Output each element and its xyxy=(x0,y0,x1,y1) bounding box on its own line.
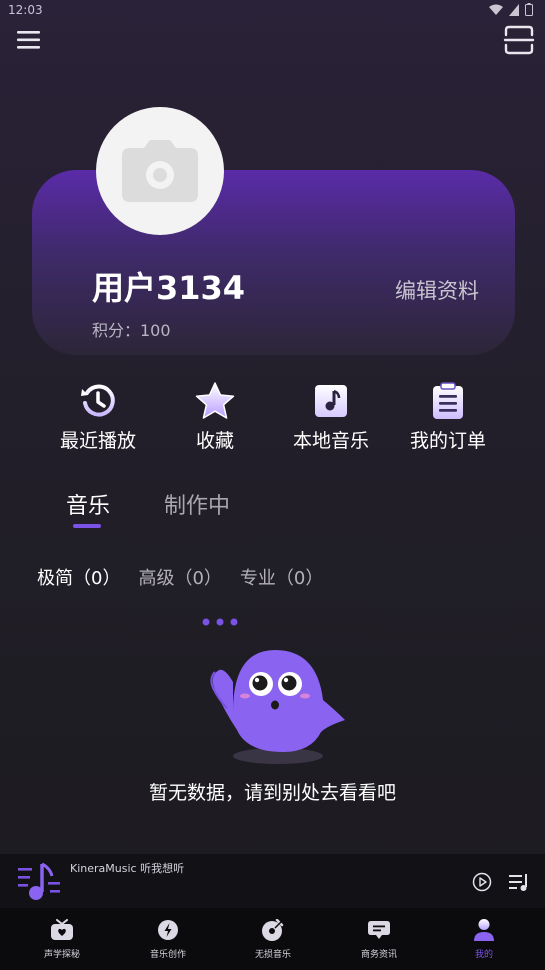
quick-actions: 最近播放 收藏 本地音乐 我的订单 xyxy=(40,380,505,460)
nav-acoustic-explore[interactable]: 声学探秘 xyxy=(17,916,107,960)
tab-music[interactable]: 音乐 xyxy=(66,488,110,520)
quick-action-label: 收藏 xyxy=(195,430,234,452)
nav-lossless-music[interactable]: 无损音乐 xyxy=(228,916,318,960)
scan-button[interactable] xyxy=(503,24,535,56)
tv-icon xyxy=(51,919,73,940)
nav-business-news[interactable]: 商务资讯 xyxy=(334,916,424,960)
tab-in-production[interactable]: 制作中 xyxy=(164,488,230,520)
clipboard-icon xyxy=(433,382,463,419)
edit-profile-link[interactable]: 编辑资料 xyxy=(395,275,479,305)
mini-player[interactable]: KineraMusic 听我想听 xyxy=(0,854,545,908)
nav-mine[interactable]: 我的 xyxy=(439,916,529,960)
quick-action-favorites[interactable]: 收藏 xyxy=(157,380,273,453)
quick-action-my-orders[interactable]: 我的订单 xyxy=(390,380,506,453)
quick-action-label: 最近播放 xyxy=(59,430,136,452)
star-icon xyxy=(195,382,235,419)
vinyl-icon xyxy=(262,919,284,941)
quick-action-local-music[interactable]: 本地音乐 xyxy=(273,380,389,453)
play-icon[interactable] xyxy=(472,872,492,892)
nav-label: 音乐创作 xyxy=(149,950,186,960)
camera-icon xyxy=(122,140,198,202)
nav-label: 无损音乐 xyxy=(254,950,291,960)
nav-label: 声学探秘 xyxy=(43,950,80,960)
quick-action-recent-play[interactable]: 最近播放 xyxy=(40,380,156,453)
tab-indicator xyxy=(73,524,101,528)
lightning-icon xyxy=(158,920,178,940)
avatar[interactable] xyxy=(96,107,224,235)
username: 用户3134 xyxy=(92,269,246,307)
filter-professional[interactable]: 专业（0） xyxy=(240,564,323,590)
music-playlist-icon[interactable] xyxy=(18,862,62,902)
history-icon xyxy=(81,384,115,417)
filter-advanced[interactable]: 高级（0） xyxy=(138,564,221,590)
playlist-icon[interactable] xyxy=(508,872,530,892)
status-bar: 12:03 xyxy=(0,0,545,22)
user-icon xyxy=(474,919,494,941)
scan-icon xyxy=(503,25,535,55)
battery-icon xyxy=(525,3,533,16)
bottom-navigation: 声学探秘 音乐创作 无损音乐 商务资讯 我的 xyxy=(0,908,545,970)
music-note-icon xyxy=(315,385,347,417)
content-tabs: 音乐 制作中 xyxy=(0,488,545,533)
status-icons xyxy=(489,3,533,16)
menu-button[interactable] xyxy=(16,28,42,52)
quick-action-label: 我的订单 xyxy=(409,430,486,452)
filter-minimal[interactable]: 极简（0） xyxy=(37,564,120,590)
now-playing-title: KineraMusic 听我想听 xyxy=(70,862,185,875)
level-filters: 极简（0） 高级（0） 专业（0） xyxy=(37,564,323,590)
signal-icon xyxy=(509,3,519,16)
hamburger-menu-icon xyxy=(17,31,40,49)
nav-music-creation[interactable]: 音乐创作 xyxy=(123,916,213,960)
empty-state-message: 暂无数据，请到别处去看看吧 xyxy=(148,782,396,804)
wifi-icon xyxy=(489,4,503,15)
nav-label: 我的 xyxy=(474,950,493,960)
nav-label: 商务资讯 xyxy=(360,950,397,960)
chat-icon xyxy=(368,921,390,939)
quick-action-label: 本地音乐 xyxy=(292,430,369,452)
points-label: 积分：100 xyxy=(92,321,171,340)
ghost-mascot-illustration xyxy=(202,618,345,764)
status-time: 12:03 xyxy=(8,3,43,17)
